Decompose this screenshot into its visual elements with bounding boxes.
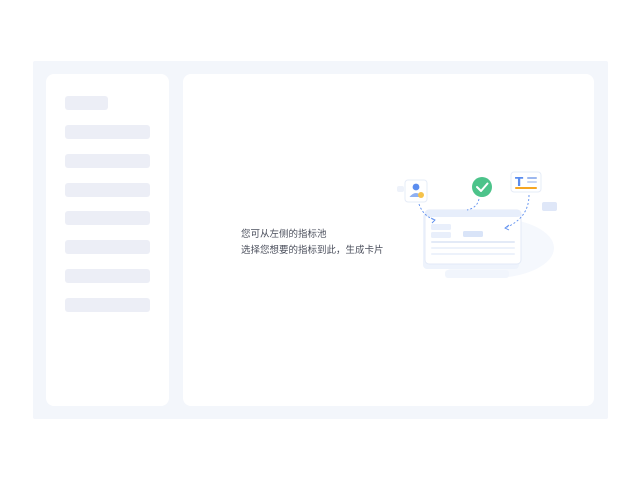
svg-text:T: T [515,175,524,189]
user-icon [404,179,428,203]
empty-state-line-2: 选择您想要的指标到此，生成卡片 [241,245,384,256]
empty-state-illustration: T [397,171,557,278]
metric-item-placeholder[interactable] [65,125,150,139]
empty-state-line-1: 您可从左侧的指标池 [241,229,327,240]
text-icon: T [510,171,542,193]
metric-item-placeholder[interactable] [65,240,150,254]
metric-item-placeholder[interactable] [65,154,150,168]
metric-item-placeholder[interactable] [65,298,150,312]
dashboard-editor-frame: 您可从左侧的指标池 选择您想要的指标到此，生成卡片 T [33,61,608,419]
metric-item-placeholder[interactable] [65,269,150,283]
card-drop-area[interactable]: 您可从左侧的指标池 选择您想要的指标到此，生成卡片 T [183,74,594,406]
empty-state-hint: 您可从左侧的指标池 选择您想要的指标到此，生成卡片 [241,227,384,259]
metric-item-placeholder[interactable] [65,183,150,197]
metric-item-placeholder[interactable] [65,211,150,225]
sidebar-title-placeholder [65,96,108,110]
check-icon [472,177,492,197]
metric-pool-sidebar [46,74,169,406]
